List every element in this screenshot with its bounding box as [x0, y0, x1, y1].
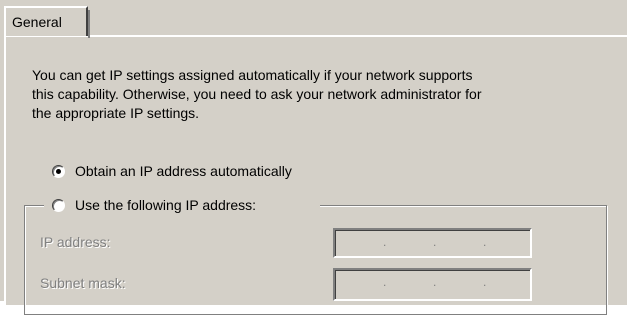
subnet-octet-separator: .	[383, 275, 387, 289]
description-line: the appropriate IP settings.	[32, 105, 200, 121]
radio-selected-dot	[56, 169, 61, 174]
tab-general-label: General	[12, 14, 62, 30]
description-text: You can get IP settings assigned automat…	[32, 66, 592, 123]
obtain-auto-radio[interactable]	[52, 165, 65, 178]
ip-octet-separator: .	[483, 235, 487, 249]
tab-divider	[88, 10, 90, 38]
subnet-octet-separator: .	[433, 275, 437, 289]
tab-strip: General	[0, 0, 627, 38]
subnet-octet-separator: .	[483, 275, 487, 289]
description-line: this capability. Otherwise, you need to …	[32, 86, 482, 102]
ip-address-input[interactable]: . . .	[333, 228, 532, 258]
description-line: You can get IP settings assigned automat…	[32, 67, 473, 83]
ip-address-label: IP address:	[40, 234, 111, 250]
ip-octet-separator: .	[383, 235, 387, 249]
subnet-mask-label: Subnet mask:	[40, 275, 126, 291]
ip-octet-separator: .	[433, 235, 437, 249]
tab-general[interactable]: General	[4, 6, 88, 36]
subnet-mask-input[interactable]: . . .	[333, 268, 532, 301]
obtain-auto-label[interactable]: Obtain an IP address automatically	[75, 163, 292, 179]
tcpip-properties-dialog: General You can get IP settings assigned…	[0, 0, 627, 315]
use-following-label[interactable]: Use the following IP address:	[75, 197, 256, 213]
use-following-radio[interactable]	[52, 199, 65, 212]
